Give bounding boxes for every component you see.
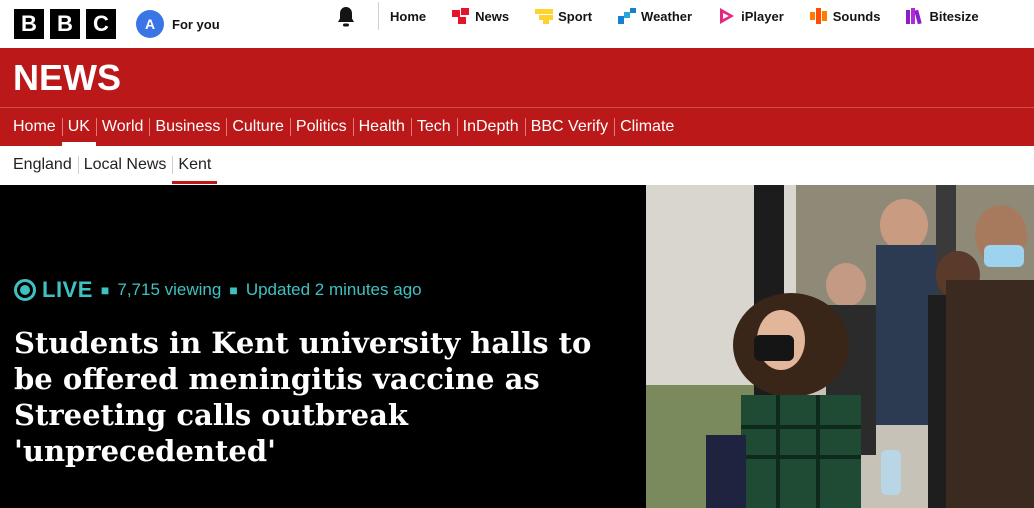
weather-icon <box>618 8 637 24</box>
avatar: A <box>136 10 164 38</box>
nav-item-uk[interactable]: UK <box>61 108 97 146</box>
account-button[interactable]: A For you <box>136 10 220 38</box>
logo-letter: B <box>14 9 44 39</box>
separator-dot: ■ <box>229 282 238 298</box>
global-nav-weather[interactable]: Weather <box>618 8 692 24</box>
nav-item-indepth[interactable]: InDepth <box>456 108 525 146</box>
subnav-item-england[interactable]: England <box>7 146 78 184</box>
hero-banner[interactable]: LIVE ■ 7,715 viewing ■ Updated 2 minutes… <box>0 185 1034 508</box>
nav-item-world[interactable]: World <box>95 108 150 146</box>
nav-item-climate[interactable]: Climate <box>614 108 680 146</box>
global-nav-label: iPlayer <box>741 8 784 24</box>
hero-image <box>646 185 1034 508</box>
nav-item-tech[interactable]: Tech <box>410 108 457 146</box>
global-nav: Home News Sport Weather iPlayer Sounds B… <box>390 0 1005 32</box>
global-nav-iplayer[interactable]: iPlayer <box>718 8 784 24</box>
global-nav-label: Bitesize <box>929 8 979 24</box>
global-nav-label: News <box>475 8 510 24</box>
global-nav-news[interactable]: News <box>452 8 509 24</box>
global-nav-home[interactable]: Home <box>390 9 426 24</box>
headline-link[interactable]: Students in Kent university halls to be … <box>14 325 634 469</box>
updated-time: Updated 2 minutes ago <box>245 280 422 299</box>
logo-letter: B <box>50 9 80 39</box>
separator-dot: ■ <box>100 282 110 298</box>
hero-text: LIVE ■ 7,715 viewing ■ Updated 2 minutes… <box>14 277 634 469</box>
nav-item-health[interactable]: Health <box>352 108 411 146</box>
nav-item-politics[interactable]: Politics <box>289 108 353 146</box>
news-nav: Home UK World Business Culture Politics … <box>0 108 1034 146</box>
live-indicator-icon <box>14 279 36 301</box>
global-nav-label: Sport <box>558 8 593 24</box>
global-nav-label: Weather <box>641 8 693 24</box>
notification-bell-icon[interactable] <box>336 6 356 28</box>
bitesize-icon <box>906 8 923 24</box>
iplayer-icon <box>720 8 735 24</box>
viewing-count: 7,715 viewing <box>117 280 222 299</box>
global-nav-bitesize[interactable]: Bitesize <box>906 8 979 24</box>
students-photo <box>646 185 1034 508</box>
live-status: LIVE ■ 7,715 viewing ■ Updated 2 minutes… <box>14 277 634 303</box>
nav-item-bbc-verify[interactable]: BBC Verify <box>524 108 614 146</box>
global-nav-label: Home <box>390 8 427 24</box>
bbc-logo[interactable]: B B C <box>14 9 116 39</box>
global-nav-sport[interactable]: Sport <box>535 8 592 24</box>
global-header: B B C A For you Home News Sport Weather <box>0 0 1034 48</box>
news-header: NEWS Home UK World Business Culture Poli… <box>0 48 1034 146</box>
subnav-item-kent[interactable]: Kent <box>172 146 218 184</box>
news-title[interactable]: NEWS <box>0 48 1034 108</box>
sounds-icon <box>809 8 827 24</box>
sub-nav: England Local News Kent <box>0 146 1034 184</box>
subnav-item-local-news[interactable]: Local News <box>77 146 173 184</box>
global-nav-sounds[interactable]: Sounds <box>809 8 881 24</box>
nav-item-culture[interactable]: Culture <box>226 108 290 146</box>
logo-letter: C <box>86 9 116 39</box>
nav-item-business[interactable]: Business <box>149 108 226 146</box>
header-divider <box>378 2 379 30</box>
live-label: LIVE <box>42 277 93 302</box>
sport-icon <box>535 9 554 24</box>
global-nav-label: Sounds <box>832 8 881 24</box>
nav-item-home[interactable]: Home <box>7 108 62 146</box>
news-icon <box>452 8 470 24</box>
account-label: For you <box>172 16 220 32</box>
